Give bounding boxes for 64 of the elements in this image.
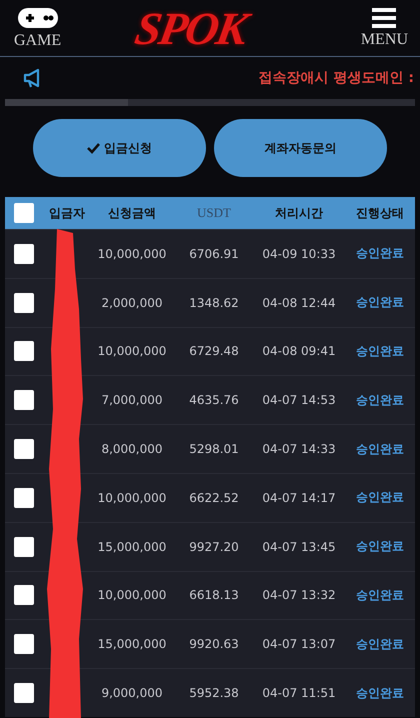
usdt-cell-text: 6729.48 xyxy=(188,344,240,358)
checkbox[interactable] xyxy=(14,244,34,264)
status-cell-text: 승인완료 xyxy=(355,586,405,604)
site-logo[interactable]: SPOK xyxy=(132,2,250,54)
amount-cell-text: 10,000,000 xyxy=(96,588,168,602)
time-cell-text: 04-07 14:53 xyxy=(261,393,337,408)
amount-cell-text: 10,000,000 xyxy=(96,246,168,261)
status-cell-text: 승인완료 xyxy=(355,636,405,653)
checkbox[interactable] xyxy=(14,439,34,460)
usdt-cell-text: 5952.38 xyxy=(188,686,240,700)
usdt-cell-text: 6618.13 xyxy=(188,588,240,602)
checkbox[interactable] xyxy=(14,292,34,313)
checkbox[interactable] xyxy=(14,536,34,557)
scrollbar[interactable] xyxy=(5,99,415,106)
amount-cell-text: 15,000,000 xyxy=(96,637,168,652)
amount-cell-text: 9,000,000 xyxy=(100,686,164,700)
usdt-cell-text: 9927.20 xyxy=(188,540,240,554)
time-cell-text: 04-07 11:51 xyxy=(261,686,337,700)
column-header[interactable]: 입금자 xyxy=(45,204,89,222)
amount-cell-text: 10,000,000 xyxy=(96,490,168,505)
usdt-cell-text: 9920.63 xyxy=(188,637,240,652)
time-cell-text: 04-07 13:07 xyxy=(261,637,337,652)
status-cell-text: 승인완료 xyxy=(355,538,405,556)
usdt-cell-text: 6622.52 xyxy=(188,490,240,505)
amount-cell-text: 2,000,000 xyxy=(100,296,164,310)
status-cell-text: 승인완료 xyxy=(355,342,405,360)
checkbox[interactable] xyxy=(14,390,34,410)
time-cell-text: 04-08 12:44 xyxy=(261,296,337,310)
amount-cell-text: 15,000,000 xyxy=(96,540,168,554)
checkbox[interactable] xyxy=(14,683,34,704)
status-cell-text: 승인완료 xyxy=(355,294,405,312)
column-header[interactable]: 진행상태 xyxy=(345,204,415,222)
menu-icon[interactable] xyxy=(372,7,396,29)
notice-text: 접속장애시 평생도메인 : xyxy=(258,69,414,87)
column-header[interactable]: 신청금액 xyxy=(89,204,175,222)
time-cell-text: 04-09 10:33 xyxy=(261,246,337,261)
checkbox[interactable] xyxy=(14,634,34,654)
time-cell-text: 04-07 14:17 xyxy=(261,490,337,505)
check-icon xyxy=(87,142,100,154)
amount-cell-text: 7,000,000 xyxy=(100,393,164,408)
time-cell-text: 04-07 14:33 xyxy=(261,442,337,456)
time-cell-text: 04-08 09:41 xyxy=(261,344,337,358)
checkbox[interactable] xyxy=(14,203,34,223)
account-inquiry-button[interactable]: 계좌자동문의 xyxy=(214,119,387,177)
checkbox[interactable] xyxy=(14,488,34,508)
status-cell-text: 승인완료 xyxy=(355,392,405,409)
amount-cell-text: 8,000,000 xyxy=(100,442,164,456)
menu-label[interactable]: MENU xyxy=(360,31,408,49)
checkbox[interactable] xyxy=(14,585,34,606)
status-cell-text: 승인완료 xyxy=(355,440,405,458)
usdt-cell-text: 1348.62 xyxy=(188,296,240,310)
usdt-cell-text: 4635.76 xyxy=(188,393,240,408)
deposit-request-button[interactable]: 입금신청 xyxy=(33,119,206,177)
time-cell-text: 04-07 13:45 xyxy=(261,540,337,554)
status-cell-text: 승인완료 xyxy=(355,489,405,506)
usdt-cell-text: 6706.91 xyxy=(188,246,240,261)
status-cell-text: 승인완료 xyxy=(355,684,405,702)
time-cell-text: 04-07 13:32 xyxy=(261,588,337,602)
usdt-cell-text: 5298.01 xyxy=(188,442,240,456)
amount-cell-text: 10,000,000 xyxy=(96,344,168,358)
game-label[interactable]: GAME xyxy=(14,32,62,50)
column-header[interactable]: 처리시간 xyxy=(253,204,345,222)
checkbox[interactable] xyxy=(14,341,34,362)
status-cell-text: 승인완료 xyxy=(355,245,405,262)
